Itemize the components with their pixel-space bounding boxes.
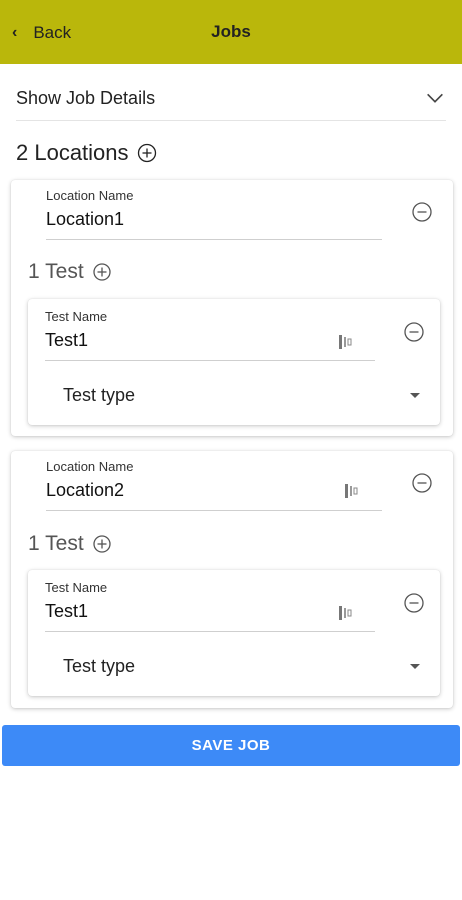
locations-count: 2 Locations	[16, 140, 129, 165]
field-underline	[45, 360, 375, 361]
location-name-label: Location Name	[46, 188, 134, 203]
save-job-button[interactable]: SAVE JOB	[2, 725, 460, 766]
remove-location-icon[interactable]	[411, 201, 433, 223]
dropdown-caret-icon	[410, 663, 420, 669]
location-name-field[interactable]: Location Name Location1	[46, 188, 382, 240]
location-name-value: Location2	[46, 480, 125, 500]
test-type-placeholder: Test type	[63, 655, 136, 676]
test-type-placeholder: Test type	[63, 384, 136, 405]
test-name-label: Test Name	[45, 309, 108, 324]
show-job-details-toggle[interactable]: Show Job Details	[16, 76, 446, 121]
test-type-select[interactable]: Test type	[63, 650, 420, 682]
remove-test-icon[interactable]	[403, 321, 425, 343]
tests-count: 1 Test	[28, 532, 84, 555]
remove-location-icon[interactable]	[411, 472, 433, 494]
location-card: Location Name Location1 1 Test Test Name…	[11, 180, 453, 436]
test-name-value: Test1	[45, 601, 89, 621]
test-name-field[interactable]: Test Name Test1	[45, 309, 375, 361]
tests-title: 1 Test	[28, 260, 112, 284]
location-name-label: Location Name	[46, 459, 134, 474]
test-name-label: Test Name	[45, 580, 108, 595]
location-name-value: Location1	[46, 209, 125, 229]
add-location-icon[interactable]	[137, 143, 157, 163]
test-name-value: Test1	[45, 330, 89, 350]
tests-count: 1 Test	[28, 260, 84, 283]
chevron-down-icon	[427, 93, 443, 103]
tests-title: 1 Test	[28, 532, 112, 556]
add-test-icon[interactable]	[92, 534, 112, 554]
field-underline	[46, 239, 382, 240]
test-card: Test Name Test1 Test type	[28, 299, 440, 425]
test-card: Test Name Test1 Test type	[28, 570, 440, 696]
field-underline	[45, 631, 375, 632]
keyboard-icon	[345, 484, 358, 498]
location-card: Location Name Location2 1 Test Test Name…	[11, 451, 453, 708]
locations-title: 2 Locations	[16, 140, 157, 166]
test-name-field[interactable]: Test Name Test1	[45, 580, 375, 632]
location-name-field[interactable]: Location Name Location2	[46, 459, 382, 511]
page-title: Jobs	[211, 22, 251, 41]
show-job-details-label: Show Job Details	[16, 87, 156, 108]
keyboard-icon	[339, 335, 352, 349]
keyboard-icon	[339, 606, 352, 620]
dropdown-caret-icon	[410, 392, 420, 398]
field-underline	[46, 510, 382, 511]
app-header: ‹ Back Jobs	[0, 0, 462, 64]
remove-test-icon[interactable]	[403, 592, 425, 614]
test-type-select[interactable]: Test type	[63, 379, 420, 411]
add-test-icon[interactable]	[92, 262, 112, 282]
